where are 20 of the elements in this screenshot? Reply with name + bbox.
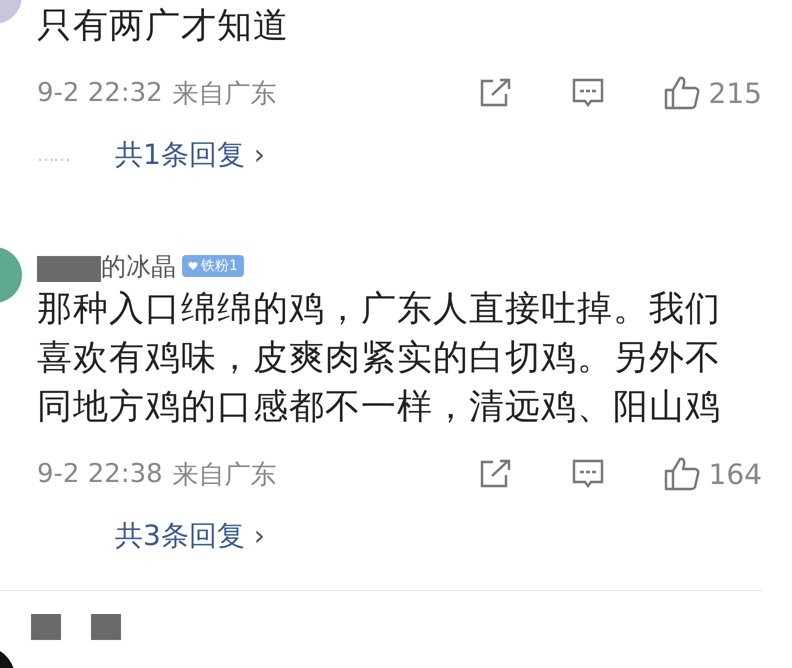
reply-dots: …… xyxy=(37,144,70,166)
comment-text: 那种入口绵绵的鸡，广东人直接吐掉。我们喜欢有鸡味，皮爽肉紧实的白切鸡。另外不同地方鸡的口感都不一样，清远鸡、阳山鸡 xyxy=(37,288,722,429)
comment-text: 只有两广才知道 xyxy=(37,5,290,48)
comment-time: 9-2 22:32 xyxy=(37,78,163,108)
comment-icon[interactable] xyxy=(570,458,605,490)
comment-icon[interactable] xyxy=(570,77,605,109)
comment-location: 来自广东 xyxy=(172,78,277,110)
replies-link[interactable]: 共1条回复 › xyxy=(115,136,265,174)
like-button[interactable]: 164 xyxy=(662,456,762,492)
heart-icon xyxy=(188,261,198,271)
fan-badge: 铁粉1 xyxy=(182,255,244,277)
share-icon[interactable] xyxy=(478,78,513,108)
comment-time: 9-2 22:38 xyxy=(37,459,163,489)
share-icon[interactable] xyxy=(478,459,513,489)
username[interactable]: 的冰晶 xyxy=(101,250,176,282)
like-button[interactable]: 215 xyxy=(662,75,762,111)
thumbs-up-icon xyxy=(662,75,701,111)
replies-link[interactable]: 共3条回复 › xyxy=(115,517,265,555)
comment-location: 来自广东 xyxy=(172,458,277,492)
thumbs-up-icon xyxy=(662,456,701,492)
